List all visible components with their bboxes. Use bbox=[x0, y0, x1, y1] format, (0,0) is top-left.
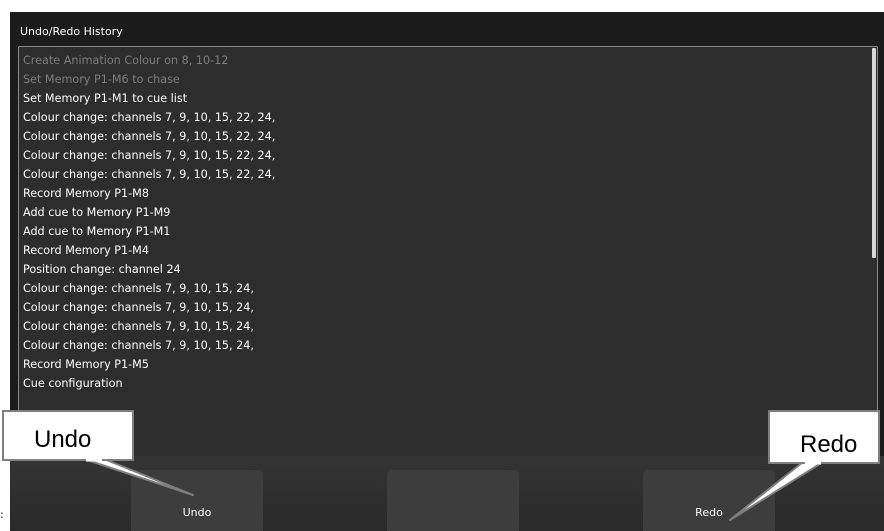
undo-callout-label: Undo bbox=[34, 426, 92, 453]
redo-callout-pointer bbox=[729, 461, 824, 521]
redo-callout bbox=[729, 410, 880, 521]
undo-callout-pointer bbox=[83, 458, 194, 496]
undo-callout bbox=[2, 410, 194, 496]
redo-callout-label: Redo bbox=[800, 431, 858, 458]
callout-overlay bbox=[2, 410, 880, 521]
